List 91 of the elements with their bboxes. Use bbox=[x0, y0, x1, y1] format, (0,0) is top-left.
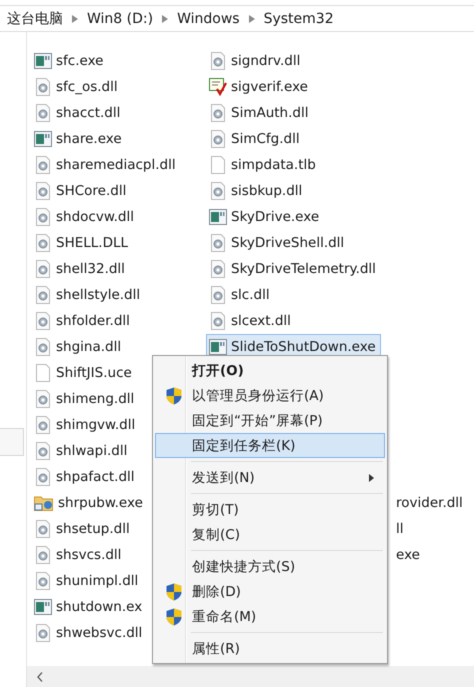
file-item[interactable]: sigverif.exe bbox=[206, 74, 313, 100]
gear-file-icon bbox=[34, 312, 52, 330]
file-name[interactable]: rovider.dll bbox=[396, 490, 463, 516]
file-name[interactable]: exe bbox=[396, 542, 420, 568]
file-item[interactable]: shellstyle.dll bbox=[31, 282, 146, 308]
file-item[interactable]: shunimpl.dll bbox=[31, 568, 144, 594]
gear-file-icon bbox=[209, 182, 227, 200]
file-item[interactable]: sfc_os.dll bbox=[31, 74, 123, 100]
gear-file-icon bbox=[34, 104, 52, 122]
gear-file-icon bbox=[34, 520, 52, 538]
horizontal-scrollbar[interactable] bbox=[27, 666, 474, 687]
gear-file-icon bbox=[34, 156, 52, 174]
file-item[interactable]: ShiftJIS.uce bbox=[31, 360, 137, 386]
gear-file-icon bbox=[34, 260, 52, 278]
menu-item[interactable]: 发送到(N) bbox=[155, 465, 385, 490]
breadcrumb-item[interactable]: 这台电脑 bbox=[7, 10, 63, 28]
gear-file-icon bbox=[209, 312, 227, 330]
scroll-left-icon[interactable] bbox=[37, 672, 43, 682]
file-item[interactable]: shfolder.dll bbox=[31, 308, 135, 334]
chevron-right-icon[interactable] bbox=[162, 14, 168, 22]
menu-item[interactable]: 复制(C) bbox=[155, 522, 385, 547]
breadcrumb-item[interactable]: Windows bbox=[177, 10, 240, 26]
gear-file-icon bbox=[209, 286, 227, 304]
gear-file-icon bbox=[34, 338, 52, 356]
file-item[interactable]: sisbkup.dll bbox=[206, 178, 308, 204]
window-icon bbox=[209, 209, 227, 225]
file-item[interactable]: SHELL.DLL bbox=[31, 230, 134, 256]
menu-item[interactable]: 固定到“开始”屏幕(P) bbox=[155, 408, 385, 433]
menu-item[interactable]: 删除(D) bbox=[155, 579, 385, 604]
file-item[interactable]: signdrv.dll bbox=[206, 48, 306, 74]
gear-file-icon bbox=[34, 78, 52, 96]
file-item[interactable]: shpafact.dll bbox=[31, 464, 140, 490]
file-item[interactable]: shacct.dll bbox=[31, 100, 126, 126]
file-item[interactable]: sharemediacpl.dll bbox=[31, 152, 181, 178]
gear-file-icon bbox=[34, 572, 52, 590]
file-item[interactable]: SHCore.dll bbox=[31, 178, 132, 204]
file-item[interactable]: shwebsvc.dll bbox=[31, 620, 148, 646]
file-item[interactable]: SimCfg.dll bbox=[206, 126, 305, 152]
gear-file-icon bbox=[209, 130, 227, 148]
menu-item[interactable]: 剪切(T) bbox=[155, 497, 385, 522]
file-item[interactable]: SimAuth.dll bbox=[206, 100, 314, 126]
shared-folder-icon bbox=[34, 494, 54, 512]
file-item[interactable]: shrpubw.exe bbox=[31, 490, 148, 516]
file-item[interactable]: simpdata.tlb bbox=[206, 152, 321, 178]
chevron-right-icon[interactable] bbox=[72, 14, 78, 22]
breadcrumb-item[interactable]: Win8 (D:) bbox=[87, 10, 154, 26]
breadcrumb-item[interactable]: System32 bbox=[264, 10, 334, 26]
gear-file-icon bbox=[34, 468, 52, 486]
menu-item[interactable]: 创建快捷方式(S) bbox=[155, 554, 385, 579]
file-item[interactable]: share.exe bbox=[31, 126, 127, 152]
file-item[interactable]: shsetup.dll bbox=[31, 516, 135, 542]
gear-file-icon bbox=[209, 52, 227, 70]
file-item[interactable]: shell32.dll bbox=[31, 256, 130, 282]
gear-file-icon bbox=[34, 442, 52, 460]
window-icon bbox=[34, 599, 52, 615]
certificate-check-icon bbox=[209, 78, 227, 96]
file-item[interactable]: slc.dll bbox=[206, 282, 275, 308]
file-item[interactable]: shlwapi.dll bbox=[31, 438, 132, 464]
menu-item[interactable]: 以管理员身份运行(A) bbox=[155, 383, 385, 408]
file-name[interactable]: ll bbox=[396, 516, 404, 542]
file-item[interactable]: shutdown.ex bbox=[31, 594, 148, 620]
file-item[interactable]: shdocvw.dll bbox=[31, 204, 139, 230]
file-item[interactable]: SkyDrive.exe bbox=[206, 204, 324, 230]
file-item[interactable]: shimgvw.dll bbox=[31, 412, 140, 438]
blank-file-icon bbox=[34, 364, 52, 382]
menu-item[interactable]: 重命名(M) bbox=[155, 604, 385, 629]
window-icon bbox=[34, 131, 52, 147]
menu-item[interactable]: 属性(R) bbox=[155, 636, 385, 661]
chevron-right-icon[interactable] bbox=[248, 14, 255, 22]
blank-file-icon bbox=[209, 156, 227, 174]
window-icon bbox=[34, 53, 52, 69]
gear-file-icon bbox=[34, 390, 52, 408]
gear-file-icon bbox=[209, 234, 227, 252]
gear-file-icon bbox=[209, 260, 227, 278]
menu-item[interactable]: 打开(O) bbox=[155, 358, 385, 383]
gear-file-icon bbox=[34, 286, 52, 304]
file-item[interactable]: shsvcs.dll bbox=[31, 542, 126, 568]
file-item[interactable]: sfc.exe bbox=[31, 48, 108, 74]
menu-item[interactable]: 固定到任务栏(K) bbox=[155, 433, 385, 458]
file-item[interactable]: shimeng.dll bbox=[31, 386, 140, 412]
gear-file-icon bbox=[34, 416, 52, 434]
file-item[interactable]: SkyDriveTelemetry.dll bbox=[206, 256, 381, 282]
file-item[interactable]: slcext.dll bbox=[206, 308, 296, 334]
gear-file-icon bbox=[34, 208, 52, 226]
gear-file-icon bbox=[34, 546, 52, 564]
file-item[interactable]: SkyDriveShell.dll bbox=[206, 230, 350, 256]
gear-file-icon bbox=[209, 104, 227, 122]
gear-file-icon bbox=[34, 182, 52, 200]
file-item[interactable]: shgina.dll bbox=[31, 334, 126, 360]
gear-file-icon bbox=[34, 624, 52, 642]
gear-file-icon bbox=[34, 234, 52, 252]
